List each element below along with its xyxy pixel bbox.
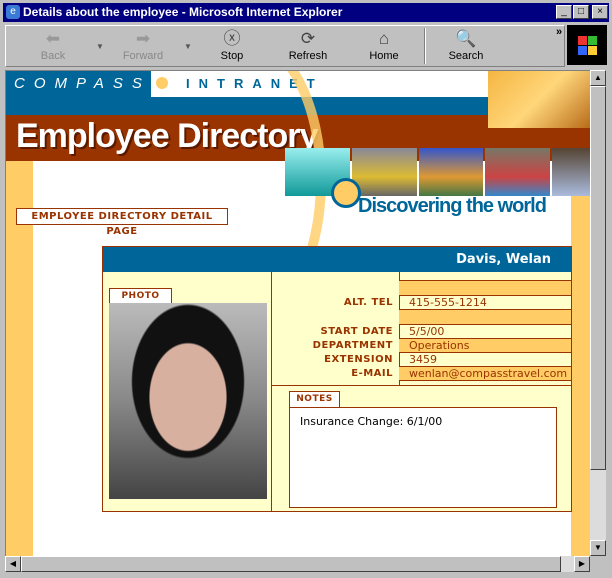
start-date-value: 5/5/00 bbox=[399, 325, 571, 339]
scroll-left-button[interactable]: ◀ bbox=[5, 556, 21, 572]
stop-icon: ⓧ bbox=[223, 29, 241, 48]
field-label: E-MAIL bbox=[351, 368, 393, 379]
back-dropdown-icon[interactable]: ▼ bbox=[96, 42, 104, 51]
rafting-photo bbox=[485, 148, 551, 196]
refresh-label: Refresh bbox=[288, 50, 328, 62]
employee-card: Davis, Welan PHOTO I.D. ALT. TEL 415-555… bbox=[102, 246, 572, 512]
field-label: ALT. TEL bbox=[343, 297, 393, 308]
blank-row bbox=[399, 272, 571, 281]
scroll-up-button[interactable]: ▲ bbox=[590, 70, 606, 86]
back-button[interactable]: ⬅ Back bbox=[23, 28, 83, 66]
search-icon: 🔍 bbox=[455, 29, 477, 48]
department-value: Operations bbox=[399, 339, 571, 353]
maximize-button[interactable]: □ bbox=[573, 5, 589, 19]
forward-label: Forward bbox=[122, 50, 164, 62]
employee-name: Davis, Welan bbox=[103, 247, 571, 272]
home-icon: ⌂ bbox=[378, 29, 390, 48]
window-title: Details about the employee - Microsoft I… bbox=[23, 5, 343, 19]
horizontal-scrollbar[interactable]: ◀ ▶ bbox=[5, 556, 590, 572]
toolbar-separator bbox=[424, 28, 426, 64]
field-label: DEPARTMENT bbox=[312, 340, 393, 351]
back-label: Back bbox=[40, 50, 66, 62]
logo-text: COMPASS bbox=[14, 75, 151, 92]
more-chevron-icon[interactable]: » bbox=[556, 26, 562, 38]
title-bar: Details about the employee - Microsoft I… bbox=[3, 3, 609, 22]
close-button[interactable]: × bbox=[592, 5, 608, 19]
bike-photo bbox=[418, 148, 484, 196]
right-strip bbox=[571, 161, 590, 556]
horizontal-scroll-thumb[interactable] bbox=[21, 556, 561, 572]
vertical-scrollbar[interactable]: ▲ ▼ bbox=[590, 70, 606, 556]
vertical-scroll-thumb[interactable] bbox=[590, 86, 606, 470]
forward-dropdown-icon[interactable]: ▼ bbox=[184, 42, 192, 51]
employee-photo bbox=[109, 303, 267, 499]
search-button[interactable]: 🔍 Search bbox=[436, 28, 496, 66]
stop-button[interactable]: ⓧ Stop bbox=[202, 28, 262, 66]
field-label: EXTENSION bbox=[324, 354, 393, 365]
refresh-icon: ⟳ bbox=[300, 29, 316, 48]
compass-icon bbox=[154, 75, 170, 91]
photo-label: PHOTO I.D. bbox=[109, 288, 172, 316]
header-photo bbox=[488, 71, 590, 128]
page-label: EMPLOYEE DIRECTORY DETAIL PAGE bbox=[16, 208, 228, 237]
back-arrow-icon: ⬅ bbox=[45, 29, 61, 48]
search-label: Search bbox=[448, 50, 484, 62]
windows-logo bbox=[567, 25, 607, 65]
fields-section: ALT. TEL 415-555-1214 START DATE 5/5/00 … bbox=[271, 272, 571, 386]
stop-label: Stop bbox=[220, 50, 244, 62]
email-value[interactable]: wenlan@compasstravel.com bbox=[399, 367, 571, 381]
ie-icon: e bbox=[6, 5, 20, 19]
compass-logo: COMPASS bbox=[6, 71, 151, 97]
tagline: Discovering the world bbox=[358, 195, 547, 217]
scroll-down-button[interactable]: ▼ bbox=[590, 540, 606, 556]
blank-row bbox=[399, 310, 571, 325]
home-label: Home bbox=[369, 50, 399, 62]
compass-icon bbox=[331, 178, 361, 208]
alt-tel-value: 415-555-1214 bbox=[399, 296, 571, 310]
notes-box: Insurance Change: 6/1/00 bbox=[289, 407, 557, 508]
scroll-right-button[interactable]: ▶ bbox=[574, 556, 590, 572]
extension-value: 3459 bbox=[399, 353, 571, 367]
refresh-button[interactable]: ⟳ Refresh bbox=[278, 28, 338, 66]
forward-button[interactable]: ➡ Forward bbox=[113, 28, 173, 66]
notes-label: NOTES bbox=[289, 391, 340, 407]
minimize-button[interactable]: _ bbox=[556, 5, 572, 19]
blank-row bbox=[399, 281, 571, 296]
climbing-photo bbox=[552, 148, 590, 196]
toolbar: ⬅ Back ▼ ➡ Forward ▼ ⓧ Stop ⟳ Refresh ⌂ Home … bbox=[5, 25, 565, 67]
page-content: COMPASS INTRANET Employee Directory Disc… bbox=[5, 70, 590, 556]
field-label: START DATE bbox=[320, 326, 393, 337]
forward-arrow-icon: ➡ bbox=[135, 29, 151, 48]
kayak-photo bbox=[351, 148, 417, 196]
home-button[interactable]: ⌂ Home bbox=[354, 28, 414, 66]
